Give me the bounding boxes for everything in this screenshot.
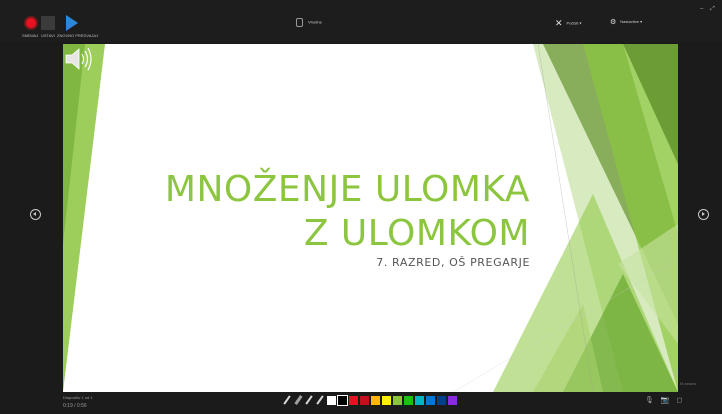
ink-color-swatch[interactable] [393,396,402,405]
close-x-icon: ✕ [555,18,563,28]
ink-color-swatch[interactable] [371,396,380,405]
ink-color-swatch[interactable] [448,396,457,405]
ink-color-swatch[interactable] [337,395,348,406]
settings-dropdown-label: Nastavitve ▾ [620,19,643,25]
pen-icon[interactable] [282,395,291,405]
slide-title: MNOŽENJE ULOMKA Z ULOMKOM [165,168,530,256]
recording-timer: 0:19 / 0:56 [63,403,87,409]
center-tool-label: Vhodne [308,19,322,25]
clear-dropdown[interactable]: ✕ Počisti ▾ [555,18,581,29]
clear-dropdown-label: Počisti ▾ [566,20,582,26]
ink-color-swatch[interactable] [437,396,446,405]
replay-label[interactable]: ZNOVNO PREDVAJAJ [57,33,98,38]
highlighter-icon[interactable] [304,395,313,405]
center-tool-button[interactable]: Vhodne [296,18,322,27]
slide-counter: Diapozitiv 1 od 1 [63,395,93,400]
laser-pointer-icon[interactable] [315,395,324,405]
ink-color-swatch[interactable] [426,396,435,405]
clipboard-icon [296,18,303,27]
next-slide-icon[interactable] [698,209,709,220]
media-controls: 🎙 📷 ◻ [645,396,687,404]
slide-title-line-1: MNOŽENJE ULOMKA [164,169,530,210]
eraser-icon[interactable] [293,395,302,405]
minimize-button[interactable]: – [700,6,703,12]
ink-color-swatch[interactable] [382,396,391,405]
ink-color-swatch[interactable] [327,396,336,405]
record-label[interactable]: SNEMAJ [22,33,38,38]
slide-canvas: MNOŽENJE ULOMKA Z ULOMKOM 7. RAZRED, OŠ … [63,44,678,392]
settings-dropdown[interactable]: ⚙ Nastavitve ▾ [610,18,642,26]
ink-color-swatch[interactable] [404,396,413,405]
slide-subtitle: 7. RAZRED, OŠ PREGARJE [376,256,530,269]
camera-icon[interactable]: 📷 [661,397,670,404]
stop-icon[interactable] [41,16,55,30]
ink-color-swatch[interactable] [415,396,424,405]
ink-color-swatch[interactable] [360,396,369,405]
speaker-icon[interactable] [63,44,93,74]
microphone-icon[interactable]: 🎙 [645,397,654,404]
pen-tools [282,395,326,405]
camera-preview-icon[interactable]: ◻ [677,397,683,404]
previous-slide-icon[interactable] [30,209,41,220]
record-icon[interactable] [24,16,38,30]
corner-note: Ni zaslona [680,382,697,386]
settings-icon: ⚙ [610,19,617,26]
ink-color-swatch[interactable] [349,396,358,405]
stop-label[interactable]: USTAVI [41,33,55,38]
recording-toolbar: SNEMAJ USTAVI ZNOVNO PREDVAJAJ Vhodne ✕ P… [0,0,722,42]
slide-title-line-2: Z ULOMKOM [303,213,530,254]
play-icon[interactable] [66,15,78,31]
expand-button[interactable]: ⤢ [710,6,715,13]
ink-color-palette [327,395,459,406]
